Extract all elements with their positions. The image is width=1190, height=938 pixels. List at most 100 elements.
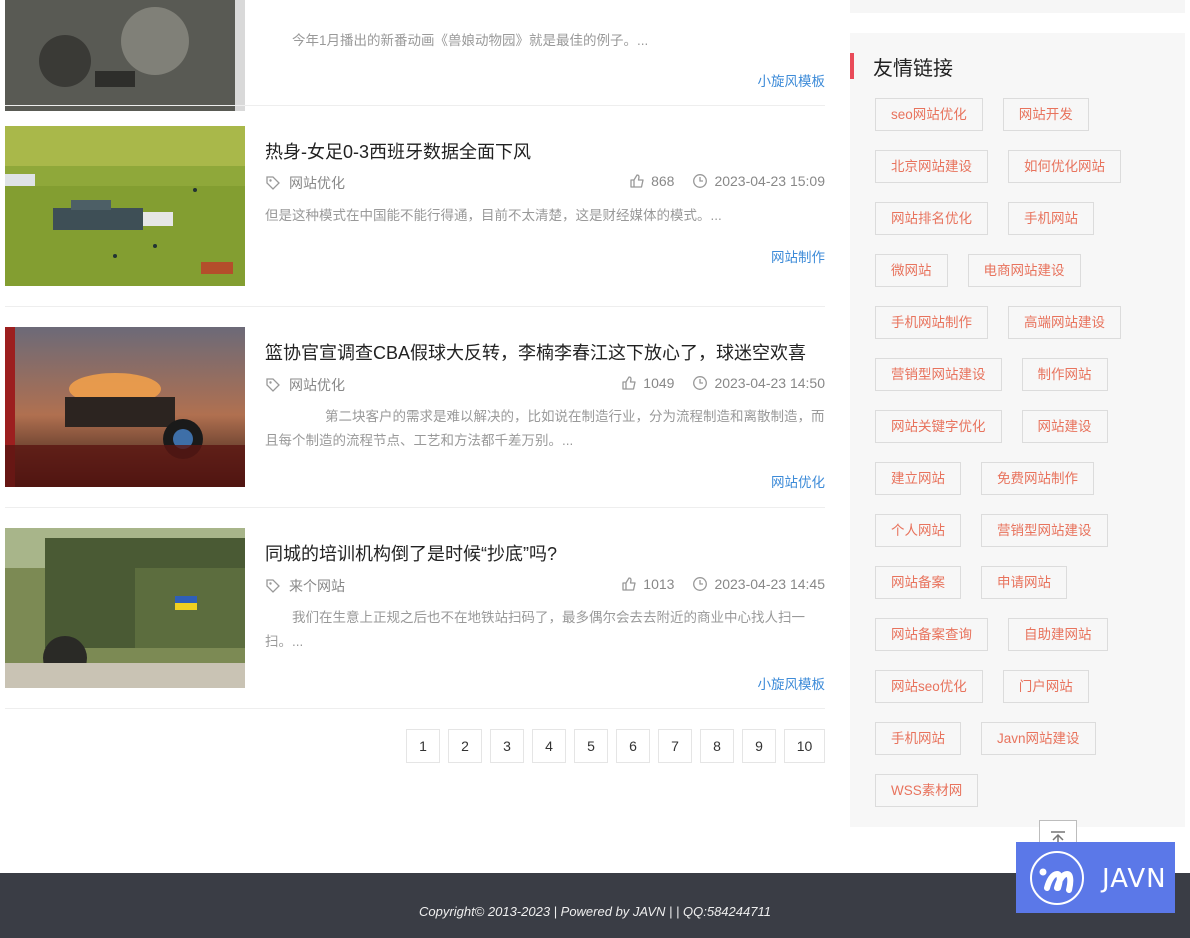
article-excerpt: 我们在生意上正规之后也不在地铁站扫码了，最多偶尔会去去附近的商业中心找人扫一扫。…	[265, 610, 805, 649]
friend-link[interactable]: 免费网站制作	[981, 462, 1094, 495]
link-row: 网站排名优化 手机网站	[875, 202, 1175, 235]
page-link[interactable]: 4	[532, 729, 566, 763]
friend-link[interactable]: Javn网站建设	[981, 722, 1096, 755]
link-row: 个人网站 营销型网站建设	[875, 514, 1175, 547]
article-category[interactable]: 网站优化	[289, 375, 345, 395]
article-tag-link[interactable]: 网站制作	[771, 246, 825, 266]
friend-link[interactable]: 网站开发	[1002, 98, 1089, 131]
clock-icon	[693, 577, 708, 591]
friend-links: seo网站优化 网站开发 北京网站建设 如何优化网站 网站排名优化 手机网站 微网站 电商网站…	[875, 98, 1175, 826]
article-category[interactable]: 来个网站	[289, 576, 345, 596]
page-link[interactable]: 2	[448, 729, 482, 763]
brand-name: JAVN	[1102, 864, 1167, 894]
page-link[interactable]: 1	[406, 729, 440, 763]
friend-link[interactable]: 制作网站	[1021, 358, 1108, 391]
article-tag-link[interactable]: 小旋风模板	[758, 70, 826, 90]
sidebar-title: 友情链接	[873, 57, 953, 80]
like-count: 1049	[643, 375, 675, 391]
thumbs-up-icon	[622, 376, 636, 390]
page-link[interactable]: 7	[658, 729, 692, 763]
like-count: 1013	[643, 576, 675, 592]
article-date: 2023-04-23 14:50	[714, 375, 825, 391]
article-meta: 网站优化 868 2023-04-23 15:09	[265, 173, 825, 191]
link-row: 建立网站 免费网站制作	[875, 462, 1175, 495]
friend-link[interactable]: WSS素材网	[875, 774, 979, 807]
like-count: 868	[651, 173, 675, 189]
article-title[interactable]: 同城的培训机构倒了是时候“抄底”吗?	[265, 540, 557, 566]
friend-link[interactable]: 高端网站建设	[1008, 306, 1121, 339]
page-link[interactable]: 9	[742, 729, 776, 763]
article-category[interactable]: 网站优化	[289, 173, 345, 193]
friend-link[interactable]: 手机网站	[1008, 202, 1094, 235]
article-tag-link[interactable]: 小旋风模板	[758, 673, 826, 693]
link-row: seo网站优化 网站开发	[875, 98, 1175, 131]
javn-logo-icon	[1030, 851, 1084, 905]
link-row: 网站关键字优化 网站建设	[875, 410, 1175, 443]
article-excerpt: 第二块客户的需求是难以解决的，比如说在制造行业，分为流程制造和离散制造，而且每个…	[265, 409, 825, 448]
link-row: 网站备案 申请网站	[875, 566, 1175, 599]
link-row: 微网站 电商网站建设	[875, 254, 1175, 287]
page-link[interactable]: 3	[490, 729, 524, 763]
friend-link[interactable]: 手机网站制作	[875, 306, 988, 339]
friend-link[interactable]: 申请网站	[981, 566, 1067, 599]
friend-link[interactable]: 微网站	[875, 254, 948, 287]
friend-link[interactable]: 网站关键字优化	[875, 410, 1002, 443]
article-date: 2023-04-23 14:45	[714, 576, 825, 592]
friend-link[interactable]: 营销型网站建设	[875, 358, 1002, 391]
article-meta: 网站优化 1049 2023-04-23 14:50	[265, 375, 825, 393]
page-link[interactable]: 8	[700, 729, 734, 763]
friend-link[interactable]: 网站建设	[1021, 410, 1108, 443]
page-link[interactable]: 10	[784, 729, 825, 763]
clock-icon	[693, 174, 708, 188]
tag-icon	[266, 378, 280, 392]
tag-icon	[266, 176, 280, 190]
pagination: 1 2 3 4 5 6 7 8 9 10	[406, 729, 825, 763]
sidebar-heading: 友情链接	[850, 53, 953, 80]
article-thumbnail[interactable]	[5, 327, 245, 487]
article-thumbnail[interactable]	[5, 528, 245, 688]
link-row: 网站备案查询 自助建网站	[875, 618, 1175, 651]
link-row: 手机网站 Javn网站建设	[875, 722, 1175, 755]
page-link[interactable]: 6	[616, 729, 650, 763]
article-tag-link[interactable]: 网站优化	[771, 471, 825, 491]
friend-link[interactable]: 门户网站	[1002, 670, 1089, 703]
friend-link[interactable]: 电商网站建设	[967, 254, 1081, 287]
footer: Copyright© 2013-2023 | Powered by JAVN |…	[0, 873, 1190, 938]
thumbs-up-icon	[622, 577, 636, 591]
article-title[interactable]: 篮协官宣调查CBA假球大反转，李楠李春江这下放心了，球迷空欢喜	[265, 339, 806, 365]
clock-icon	[693, 376, 708, 390]
page-link[interactable]: 5	[574, 729, 608, 763]
article-thumbnail[interactable]	[5, 126, 245, 286]
friend-link[interactable]: 北京网站建设	[875, 150, 988, 183]
friend-link[interactable]: 自助建网站	[1008, 618, 1108, 651]
article-item: 同城的培训机构倒了是时候“抄底”吗? 来个网站 1013 2023-04-23 …	[5, 502, 825, 702]
friend-link[interactable]: 网站备案	[875, 566, 961, 599]
link-row: WSS素材网	[875, 774, 1175, 807]
link-row: 营销型网站建设 制作网站	[875, 358, 1175, 391]
friend-link[interactable]: 网站备案查询	[875, 618, 988, 651]
thumbs-up-icon	[630, 174, 644, 188]
link-row: 网站seo优化 门户网站	[875, 670, 1175, 703]
brand-badge[interactable]: JAVN	[1016, 842, 1175, 913]
tag-icon	[266, 579, 280, 593]
friend-link[interactable]: 手机网站	[875, 722, 961, 755]
article-item: 热身-女足0-3西班牙数据全面下风 网站优化 868 2023-04-23 15…	[5, 100, 825, 300]
friend-link[interactable]: 建立网站	[875, 462, 961, 495]
article-thumbnail[interactable]	[5, 0, 245, 111]
article-excerpt: 今年1月播出的新番动画《兽娘动物园》就是最佳的例子。...	[292, 33, 649, 48]
link-row: 手机网站制作 高端网站建设	[875, 306, 1175, 339]
article-title[interactable]: 热身-女足0-3西班牙数据全面下风	[265, 138, 531, 164]
friend-link[interactable]: 网站seo优化	[875, 670, 983, 703]
friend-link[interactable]: 个人网站	[875, 514, 961, 547]
sidebar-top-panel	[850, 0, 1185, 13]
friend-link[interactable]: 如何优化网站	[1008, 150, 1121, 183]
article-excerpt: 但是这种模式在中国能不能行得通，目前不太清楚，这是财经媒体的模式。...	[265, 208, 722, 223]
link-row: 北京网站建设 如何优化网站	[875, 150, 1175, 183]
friend-link[interactable]: seo网站优化	[875, 98, 983, 131]
article-date: 2023-04-23 15:09	[714, 173, 825, 189]
article-meta: 来个网站 1013 2023-04-23 14:45	[265, 576, 825, 594]
friend-link[interactable]: 网站排名优化	[875, 202, 988, 235]
friend-link[interactable]: 营销型网站建设	[981, 514, 1108, 547]
friend-links-panel: 友情链接 seo网站优化 网站开发 北京网站建设 如何优化网站 网站排名优化 手机网站 微网…	[850, 33, 1185, 827]
heading-accent-bar	[850, 53, 854, 79]
